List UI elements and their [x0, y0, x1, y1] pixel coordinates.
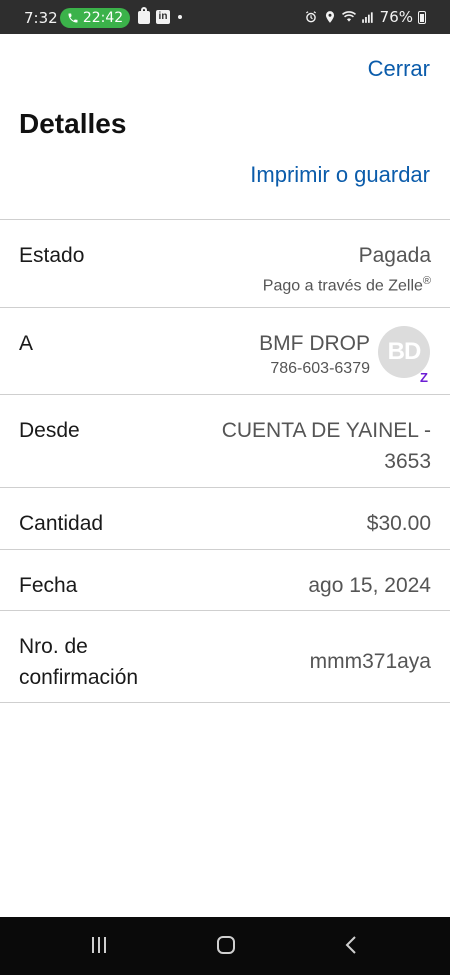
detail-row-from: Desde CUENTA DE YAINEL - 3653: [0, 394, 450, 487]
from-value-line2: 3653: [384, 450, 431, 473]
alarm-icon: [305, 11, 316, 23]
recent-apps-icon[interactable]: [92, 937, 106, 953]
from-label: Desde: [19, 419, 80, 442]
battery-percent: 76%: [379, 8, 413, 26]
confirmation-label-line2: confirmación: [19, 666, 139, 689]
home-icon[interactable]: [217, 936, 235, 954]
close-button[interactable]: Cerrar: [368, 56, 430, 82]
recipient-name: BMF DROP: [259, 332, 370, 355]
status-bar: 7:32 22:42 in 76%: [0, 0, 450, 34]
amount-label: Cantidad: [19, 512, 104, 535]
call-timer-pill[interactable]: 22:42: [60, 8, 130, 28]
registered-mark: ®: [422, 275, 431, 287]
recipient-label: A: [19, 332, 34, 355]
confirmation-label: Nro. de confirmación: [19, 631, 138, 693]
detail-row-estado: Estado Pagada Pago a través de Zelle®: [0, 219, 450, 307]
page-title: Detalles: [19, 108, 127, 139]
estado-label: Estado: [19, 244, 85, 267]
zelle-badge-icon: Z: [420, 370, 428, 385]
date-value: ago 15, 2024: [308, 574, 431, 597]
status-time: 7:32: [24, 9, 58, 27]
estado-subtext-text: Pago a través de Zelle: [262, 277, 423, 295]
recipient-phone: 786-603-6379: [270, 360, 370, 377]
detail-row-confirmation: Nro. de confirmación mmm371aya: [0, 610, 450, 703]
from-value-line1: CUENTA DE YAINEL -: [221, 419, 431, 442]
battery-icon: [418, 10, 426, 24]
detail-row-date: Fecha ago 15, 2024: [0, 549, 450, 610]
estado-value-block: Pagada Pago a través de Zelle®: [263, 240, 431, 296]
phone-icon: [68, 13, 78, 23]
signal-icon: [361, 12, 373, 23]
location-icon: [325, 11, 334, 23]
shopping-bag-icon: [138, 6, 150, 24]
back-icon[interactable]: [344, 935, 358, 960]
date-label: Fecha: [19, 574, 78, 597]
recipient-value-block: BMF DROP 786-603-6379: [259, 328, 370, 379]
linkedin-icon: in: [156, 10, 170, 24]
more-notifications-dot-icon: [178, 15, 182, 19]
estado-subtext: Pago a través de Zelle®: [263, 271, 431, 296]
estado-value: Pagada: [358, 244, 431, 267]
call-timer: 22:42: [82, 10, 124, 26]
navigation-bar: [0, 917, 450, 975]
details-list: Estado Pagada Pago a través de Zelle® A …: [0, 219, 450, 703]
print-or-save-link[interactable]: Imprimir o guardar: [250, 162, 430, 188]
confirmation-value: mmm371aya: [309, 650, 431, 673]
detail-row-recipient: A BMF DROP 786-603-6379 BD Z: [0, 307, 450, 394]
wifi-icon: [341, 11, 356, 22]
from-value: CUENTA DE YAINEL - 3653: [222, 415, 431, 477]
confirmation-label-line1: Nro. de: [19, 635, 88, 658]
amount-value: $30.00: [366, 512, 431, 535]
detail-row-amount: Cantidad $30.00: [0, 487, 450, 549]
